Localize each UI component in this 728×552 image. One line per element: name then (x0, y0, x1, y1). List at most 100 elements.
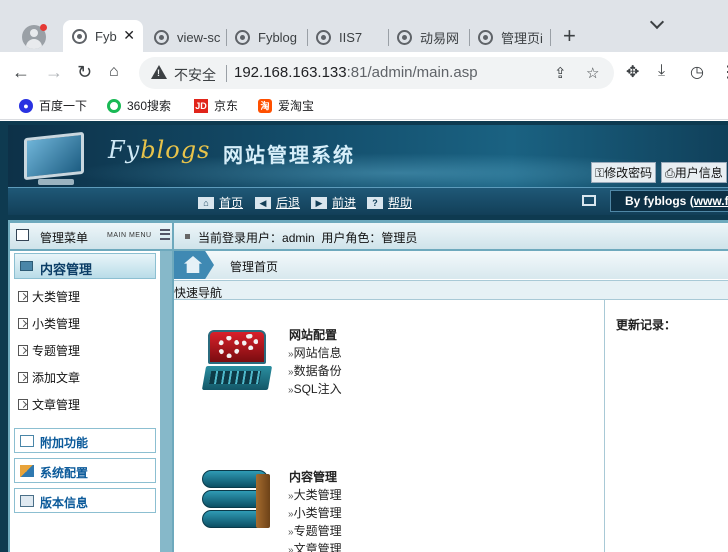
download-icon[interactable]: ⤓ (658, 62, 665, 80)
reload-icon[interactable]: ↻ (77, 61, 92, 83)
update-log-title: 更新记录： (616, 318, 677, 332)
tab-search-chevron-icon[interactable] (649, 14, 665, 30)
monitor-icon (582, 195, 596, 206)
forward-icon[interactable]: → (45, 61, 63, 83)
browser-tab-strip: Fyb ✕ view-sc Fyblog IIS7 动易网 管理页i + (0, 0, 728, 52)
insecure-label[interactable]: 不安全 (174, 65, 216, 85)
link-data-backup[interactable]: »数据备份 (288, 362, 342, 379)
bookmark-baidu[interactable]: ● 百度一下 (19, 97, 87, 114)
breadcrumb: 管理首页 (174, 251, 728, 279)
site-navbar: ⌂首页 ◀后退 ▶前进 ?帮助 By fyblogs (www.fy (8, 187, 728, 215)
menu-panel-icon (16, 229, 29, 241)
warning-icon[interactable] (151, 65, 167, 79)
home-icon[interactable] (174, 251, 214, 279)
database-icon (202, 470, 270, 530)
block-title-site-config: 网站配置 (289, 328, 338, 342)
browser-tab-6[interactable]: 管理页i (469, 22, 549, 52)
globe-icon (72, 28, 87, 44)
share-icon[interactable]: ⇪ (554, 64, 567, 82)
close-tab-icon[interactable]: ✕ (123, 27, 135, 44)
user-info-link[interactable]: ⎙用户信息 (661, 162, 727, 183)
bullet-icon (185, 234, 190, 239)
quick-nav-bar: 快速导航 (174, 280, 728, 300)
sidebar-header: 管理菜单 MAIN MENU (10, 223, 172, 249)
link-subcategory[interactable]: »小类管理 (288, 504, 342, 521)
bookmark-jd[interactable]: JD 京东 (194, 97, 238, 114)
sidebar-item-subcategory[interactable]: 小类管理 (18, 314, 80, 332)
grid-icon (20, 435, 34, 447)
sidebar-menu: 内容管理 大类管理 小类管理 专题管理 添加文章 文章管理 附加功能 系统配置 … (10, 251, 160, 552)
browser-toolbar: ← → ↻ ⌂ 不安全 192.168.163.133:81/admin/mai… (0, 52, 728, 92)
back-icon[interactable]: ← (12, 61, 30, 83)
sidebar-item-topic[interactable]: 专题管理 (18, 341, 80, 359)
nav-back[interactable]: ◀ 后退 (255, 194, 300, 211)
link-site-info[interactable]: »网站信息 (288, 344, 342, 361)
url-text[interactable]: 192.168.163.133:81/admin/main.asp (234, 64, 478, 81)
home-icon: ⌂ (198, 196, 214, 209)
site-title: 网站管理系统 (223, 145, 355, 167)
main-panel: 管理首页 快速导航 网站配置 »网站信息 »数据备份 »SQL注入 内容管理 »… (174, 251, 728, 552)
browser-tab-4[interactable]: IIS7 (307, 22, 387, 52)
document-icon (18, 398, 28, 410)
help-icon: ? (367, 196, 383, 209)
taobao-icon: 淘 (258, 98, 272, 113)
new-tab-icon[interactable]: + (563, 24, 576, 48)
settings-gear-icon (201, 328, 273, 390)
baidu-icon: ● (19, 98, 33, 113)
quick-nav-blocks: 网站配置 »网站信息 »数据备份 »SQL注入 内容管理 »大类管理 »小类管理… (174, 300, 605, 552)
browser-tab-3[interactable]: Fyblog (226, 22, 306, 52)
home-icon[interactable]: ⌂ (109, 61, 119, 83)
category-content-management[interactable]: 内容管理 (14, 253, 156, 279)
sidebar-item-articles[interactable]: 文章管理 (18, 395, 80, 413)
bookmark-star-icon[interactable]: ☆ (586, 64, 599, 82)
top-links: ⚿修改密码 ⎙用户信息 (591, 162, 727, 183)
link-category[interactable]: »大类管理 (288, 486, 342, 503)
site-banner: Fyblogs 网站管理系统 ⚿修改密码 ⎙用户信息 (8, 125, 728, 187)
bookmark-360[interactable]: 360搜索 (107, 97, 171, 114)
block-title-content: 内容管理 (289, 470, 338, 484)
address-bar[interactable]: 不安全 192.168.163.133:81/admin/main.asp ⇪ … (139, 57, 614, 89)
category-version-info[interactable]: 版本信息 (14, 488, 156, 513)
bookmark-taobao[interactable]: 淘 爱淘宝 (258, 97, 314, 114)
globe-icon (154, 29, 169, 45)
page-viewport: Fyblogs 网站管理系统 ⚿修改密码 ⎙用户信息 ⌂ 首页 ◀ 后退 ▶ 前进 ?… (0, 121, 728, 552)
nav-forward[interactable]: ▶ 前进 (311, 194, 356, 211)
menu-icon[interactable]: ⋮ (720, 62, 728, 82)
status-text: 当前登录用户：admin 用户角色：管理员 (198, 231, 418, 245)
bookmarks-bar: ● 百度一下 360搜索 JD 京东 淘 爱淘宝 (0, 92, 728, 120)
sidebar-item-add-article[interactable]: 添加文章 (18, 368, 80, 386)
browser-tab-2[interactable]: view-sc (145, 22, 225, 52)
category-system-config[interactable]: 系统配置 (14, 458, 156, 483)
link-sql-injection[interactable]: »SQL注入 (288, 380, 342, 397)
back-arrow-icon: ◀ (255, 196, 271, 209)
nav-home[interactable]: ⌂ 首页 (198, 194, 243, 211)
browser-tab-1[interactable]: Fyb ✕ (63, 20, 143, 52)
sidebar-item-category[interactable]: 大类管理 (18, 287, 80, 305)
link-topic[interactable]: »专题管理 (288, 522, 342, 539)
edit-icon (20, 465, 34, 477)
link-articles[interactable]: »文章管理 (288, 540, 342, 552)
folder-icon (20, 261, 33, 271)
change-password-link[interactable]: ⚿修改密码 (591, 162, 657, 183)
document-icon (18, 290, 28, 302)
status-bar: 当前登录用户：admin 用户角色：管理员 (174, 223, 728, 249)
collapse-menu-icon[interactable] (160, 229, 170, 240)
history-icon[interactable]: ◷ (690, 62, 704, 82)
browser-tab-5[interactable]: 动易网 (388, 22, 468, 52)
document-icon (18, 344, 28, 356)
document-icon (18, 371, 28, 383)
site-logo: Fyblogs (108, 136, 211, 164)
360-icon (107, 98, 121, 113)
byline-link[interactable]: By fyblogs (www.fy (610, 190, 728, 212)
nav-help[interactable]: ? 帮助 (367, 194, 412, 211)
forward-arrow-icon: ▶ (311, 196, 327, 209)
sidebar-scrollbar[interactable] (160, 251, 172, 552)
jd-icon: JD (194, 98, 208, 113)
notification-dot (40, 24, 47, 31)
update-log: 更新记录： (606, 300, 728, 552)
document-icon (18, 317, 28, 329)
monitor-logo-icon (24, 131, 84, 181)
category-extra-features[interactable]: 附加功能 (14, 428, 156, 453)
extensions-icon[interactable]: ✥ (626, 62, 639, 82)
page-title: 管理首页 (230, 260, 279, 274)
